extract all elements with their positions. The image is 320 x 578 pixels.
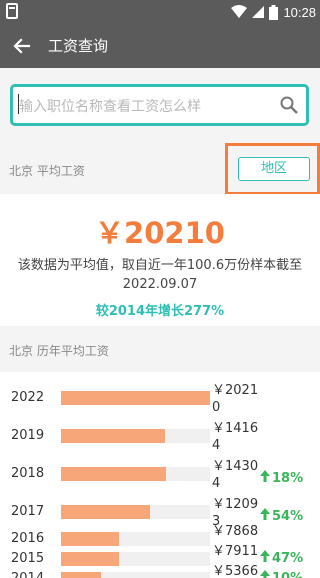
history-year: 2017 <box>11 504 45 519</box>
history-year: 2018 <box>11 466 45 481</box>
history-header: 北京 历年平均工资 <box>0 326 320 372</box>
history-bar <box>61 552 119 566</box>
history-bar-track <box>61 552 210 566</box>
history-growth-text: 54% <box>272 509 304 524</box>
history-growth-text: 47% <box>272 551 304 566</box>
history-value: ￥14164 <box>212 421 259 453</box>
history-year: 2015 <box>11 551 45 566</box>
history-growth-text: 18% <box>272 471 304 486</box>
status-bar: 10:28 <box>0 0 320 24</box>
history-growth: 54% <box>260 508 303 524</box>
search-icon[interactable] <box>279 95 299 115</box>
history-bar-track <box>61 532 210 546</box>
average-salary-value: ￥20210 <box>95 216 225 250</box>
arrow-up-icon <box>260 470 270 486</box>
battery-icon <box>269 4 279 20</box>
history-year: 2019 <box>11 428 45 443</box>
history-year: 2014 <box>11 571 44 578</box>
history-growth: 47% <box>260 550 303 566</box>
history-bar <box>61 532 119 546</box>
app-notification-icon <box>6 3 18 19</box>
history-bar <box>61 572 101 578</box>
status-icons: 10:28 <box>231 0 316 24</box>
history-value: ￥14304 <box>212 459 259 491</box>
region-highlight-box: 地区 <box>225 143 320 195</box>
average-salary-description: 该数据为平均值，取自近一年100.6万份样本截至2022.09.07 <box>17 258 303 292</box>
history-year: 2016 <box>11 531 45 546</box>
history-bar <box>61 467 166 481</box>
region-button[interactable]: 地区 <box>238 157 310 181</box>
region-average-label: 北京 平均工资 <box>9 164 85 178</box>
history-value: ￥5366 <box>212 564 259 578</box>
history-bar-track <box>61 572 210 578</box>
history-growth: 18% <box>260 470 303 486</box>
arrow-up-icon <box>260 508 270 524</box>
history-value: ￥7911 <box>212 544 259 559</box>
history-salary-list: 2022 ￥20210 2019 ￥14164 2018 ￥14304 18% 2017 ￥12… <box>0 372 320 578</box>
arrow-up-icon <box>260 550 270 566</box>
history-bar-track <box>61 429 210 443</box>
toolbar: 工资查询 <box>0 24 320 68</box>
history-bar-track <box>61 505 210 519</box>
page-title: 工资查询 <box>48 37 109 55</box>
back-arrow-icon[interactable] <box>8 32 36 60</box>
history-growth: 10% <box>260 570 303 578</box>
history-bar <box>61 429 165 443</box>
history-year: 2022 <box>11 390 45 405</box>
history-bar-track <box>61 467 210 481</box>
search-area: 输入职位名称查看工资怎么样 <box>0 68 320 142</box>
region-row: 北京 平均工资 地区 <box>0 142 320 195</box>
status-time: 10:28 <box>283 4 316 20</box>
history-growth-text: 10% <box>272 571 303 578</box>
history-title: 北京 历年平均工资 <box>9 344 109 358</box>
history-value: ￥20210 <box>212 383 259 415</box>
wifi-icon <box>231 5 248 18</box>
average-salary-card: ￥20210 该数据为平均值，取自近一年100.6万份样本截至2022.09.0… <box>0 194 320 326</box>
history-bar <box>61 391 210 405</box>
history-bar <box>61 505 150 519</box>
signal-icon <box>252 6 265 18</box>
history-bar-track <box>61 391 210 405</box>
search-input[interactable]: 输入职位名称查看工资怎么样 <box>10 84 309 126</box>
average-salary-growth: 较2014年增长277% <box>95 304 225 319</box>
arrow-up-icon <box>260 570 270 578</box>
history-value: ￥7868 <box>212 524 259 539</box>
search-placeholder: 输入职位名称查看工资怎么样 <box>19 99 201 115</box>
